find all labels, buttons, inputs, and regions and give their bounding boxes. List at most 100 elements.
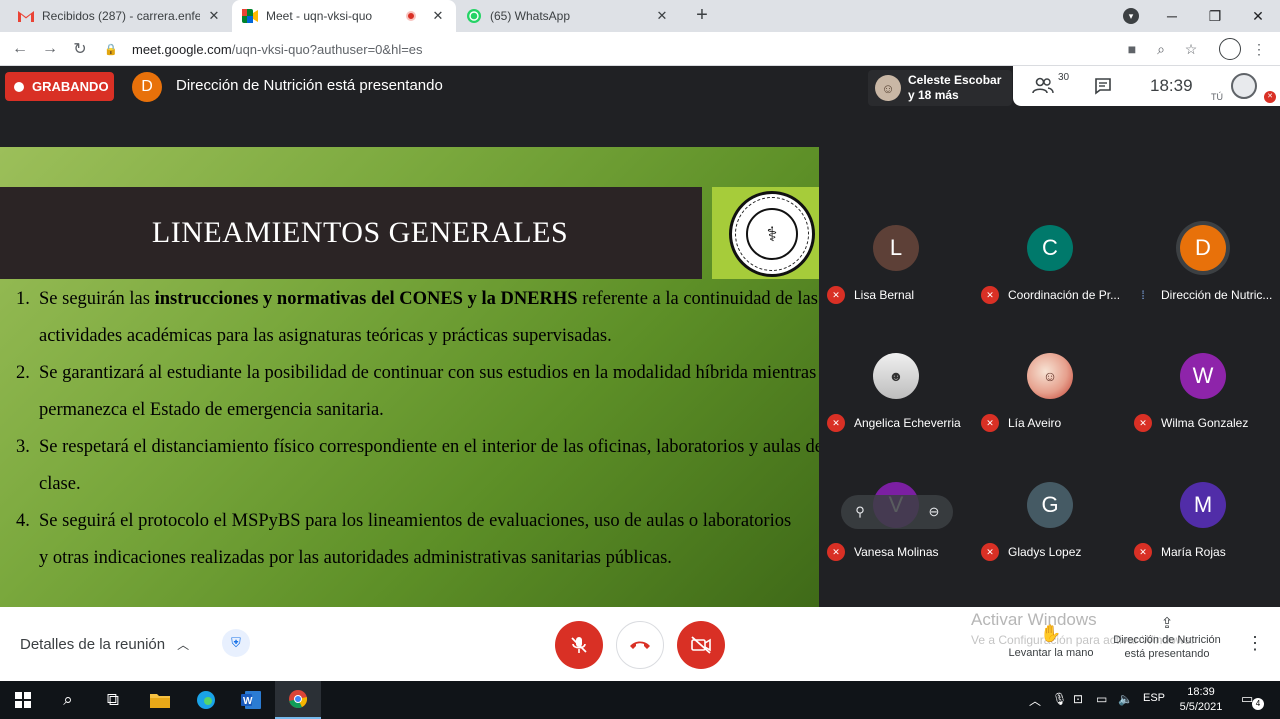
present-screen-icon: ⇪ — [1160, 615, 1174, 632]
search-icon[interactable]: ⌕ — [45, 681, 91, 719]
participant-tile[interactable]: C ✕ Coordinación de Pr... — [973, 185, 1126, 313]
participant-photo-icon: ☺ — [875, 75, 901, 101]
people-icon[interactable] — [1032, 76, 1054, 96]
edge-browser-icon[interactable] — [183, 681, 229, 719]
whatsapp-icon — [466, 8, 482, 24]
bookmark-star-icon[interactable]: ☆ — [1182, 40, 1200, 58]
self-muted-icon: ✕ — [1264, 91, 1276, 103]
participant-tile[interactable]: ☻ ✕ Angelica Echeverria — [819, 313, 972, 441]
hand-icon: ✋ — [1040, 624, 1062, 643]
network-tray-icon[interactable]: ⊡ — [1073, 692, 1083, 706]
microphone-tray-icon[interactable]: 🎙 — [1052, 692, 1067, 706]
participant-name: Dirección de Nutric... — [1161, 288, 1273, 302]
lock-icon: 🔒 — [104, 43, 118, 56]
speaking-indicator-icon: ⁞ — [1141, 288, 1145, 302]
profile-avatar-icon[interactable] — [1219, 38, 1241, 60]
close-tab-icon[interactable]: ✕ — [654, 8, 670, 24]
tab-gmail[interactable]: Recibidos (287) - carrera.enferme ✕ — [8, 0, 232, 32]
camera-toggle-button[interactable] — [677, 621, 725, 669]
tab-search-icon[interactable]: ▾ — [1123, 8, 1139, 24]
raise-hand-button[interactable]: ✋ Levantar la mano — [1001, 624, 1101, 659]
gmail-icon — [18, 8, 34, 24]
presentation-slide: LINEAMIENTOS GENERALES ⚕ 1. Se seguirán … — [0, 147, 819, 607]
new-tab-button[interactable]: + — [692, 5, 712, 26]
item-text: Se respetará el distanciamiento físico c… — [39, 437, 819, 494]
hang-up-icon — [630, 641, 650, 649]
raise-hand-label: Levantar la mano — [1008, 647, 1094, 659]
volume-icon[interactable]: 🔈 — [1118, 692, 1133, 706]
zoom-icon[interactable]: ⌕ — [1152, 40, 1170, 58]
recording-badge: GRABANDO — [5, 72, 114, 101]
slide-title: LINEAMIENTOS GENERALES — [151, 216, 569, 249]
browser-menu-icon[interactable]: ⋮ — [1250, 40, 1268, 58]
svg-text:W: W — [243, 696, 253, 707]
task-view-icon[interactable]: ⧉ — [90, 681, 136, 719]
item-text: Se seguirá el protocolo el MSPyBS para l… — [39, 511, 792, 568]
slide-list-item: 4. Se seguirá el protocolo el MSPyBS par… — [16, 503, 796, 577]
input-language[interactable]: ESP — [1143, 692, 1165, 704]
tab-title: (65) WhatsApp — [490, 9, 571, 23]
forward-icon[interactable]: → — [39, 38, 61, 60]
chevron-up-icon: ︿ — [177, 638, 190, 652]
leave-call-button[interactable] — [616, 621, 664, 669]
chrome-taskbar-icon[interactable] — [275, 681, 321, 719]
item-text: Se garantizará al estudiante la posibili… — [39, 363, 817, 420]
participant-name: Lisa Bernal — [854, 288, 915, 302]
participant-avatar: W — [1180, 353, 1226, 399]
close-tab-icon[interactable]: ✕ — [430, 8, 446, 24]
camera-in-use-icon[interactable]: ■ — [1123, 40, 1141, 58]
remove-icon[interactable]: ⊖ — [925, 503, 943, 521]
mic-off-icon: ✕ — [981, 414, 999, 432]
windows-taskbar: ⌕ ⧉ W ︿ 🎙 ⊡ ▭ 🔈 ESP 18:39 5/5/2021 ▭ 4 — [0, 681, 1280, 719]
participant-avatar: D — [1180, 225, 1226, 271]
participant-avatar: C — [1027, 225, 1073, 271]
meeting-details-button[interactable]: Detalles de la reunión ︿ — [20, 636, 189, 653]
address-bar[interactable]: 🔒 meet.google.com/uqn-vksi-quo?authuser=… — [104, 36, 1104, 62]
participant-tile[interactable]: G ✕ Gladys Lopez — [973, 442, 1126, 570]
pin-icon[interactable]: ⚲ — [851, 503, 869, 521]
mic-off-icon: ✕ — [981, 543, 999, 561]
microphone-toggle-button[interactable] — [555, 621, 603, 669]
meet-icon — [242, 8, 258, 24]
show-hidden-icons-chevron-icon[interactable]: ︿ — [1029, 692, 1041, 709]
people-preview-chip[interactable]: ☺ Celeste Escobar y 18 más — [868, 70, 1012, 106]
host-controls-shield-icon[interactable]: ⛨ — [222, 629, 250, 657]
reload-icon[interactable]: ↻ — [69, 38, 91, 60]
battery-icon[interactable]: ▭ — [1096, 692, 1107, 706]
tab-title: Meet - uqn-vksi-quo — [266, 9, 373, 23]
file-explorer-icon[interactable] — [137, 681, 183, 719]
present-now-button[interactable]: ⇪ Dirección de Nutrición está presentand… — [1105, 615, 1229, 661]
camera-off-icon — [691, 636, 711, 654]
word-icon[interactable]: W — [228, 681, 274, 719]
mic-off-icon: ✕ — [827, 414, 845, 432]
taskbar-clock[interactable]: 18:39 5/5/2021 — [1170, 685, 1232, 715]
back-icon[interactable]: ← — [9, 38, 31, 60]
chat-icon[interactable] — [1094, 76, 1112, 96]
caduceus-icon: ⚕ — [746, 208, 798, 260]
self-label: TÚ — [1211, 92, 1223, 102]
participant-name: Wilma Gonzalez — [1161, 416, 1249, 430]
tab-meet[interactable]: Meet - uqn-vksi-quo ✕ — [232, 0, 456, 32]
start-windows-icon[interactable] — [0, 681, 46, 719]
self-avatar[interactable] — [1231, 73, 1257, 99]
tab-whatsapp[interactable]: (65) WhatsApp ✕ — [456, 0, 680, 32]
close-tab-icon[interactable]: ✕ — [206, 8, 222, 24]
notification-center-icon[interactable]: ▭ 4 — [1241, 691, 1264, 710]
meeting-details-label: Detalles de la reunión — [20, 636, 166, 653]
participant-name: Lía Aveiro — [1008, 416, 1062, 430]
recording-label: GRABANDO — [32, 79, 109, 94]
minimize-button[interactable]: ─ — [1150, 0, 1194, 32]
participant-tile[interactable]: M ✕ María Rojas — [1126, 442, 1279, 570]
restore-button[interactable]: ❐ — [1193, 0, 1237, 32]
participant-tile[interactable]: ☺ ✕ Lía Aveiro — [973, 313, 1126, 441]
meeting-controls-bar: Detalles de la reunión ︿ ⛨ Activar Windo… — [0, 607, 1280, 681]
people-chip-line1: Celeste Escobar — [908, 73, 1002, 87]
participant-tile[interactable]: D ⁞ Dirección de Nutric... — [1126, 185, 1279, 313]
url-path: /uqn-vksi-quo?authuser=0&hl=es — [231, 41, 423, 57]
participant-tile[interactable]: V ⚲ ⊖ ✕ Vanesa Molinas — [819, 442, 972, 570]
participant-tile[interactable]: L ✕ Lisa Bernal — [819, 185, 972, 313]
close-window-button[interactable]: ✕ — [1236, 0, 1280, 32]
faculty-seal-logo: ⚕ — [729, 191, 815, 277]
participant-tile[interactable]: W ✕ Wilma Gonzalez — [1126, 313, 1279, 441]
more-options-icon[interactable]: ⋮ — [1246, 633, 1264, 654]
